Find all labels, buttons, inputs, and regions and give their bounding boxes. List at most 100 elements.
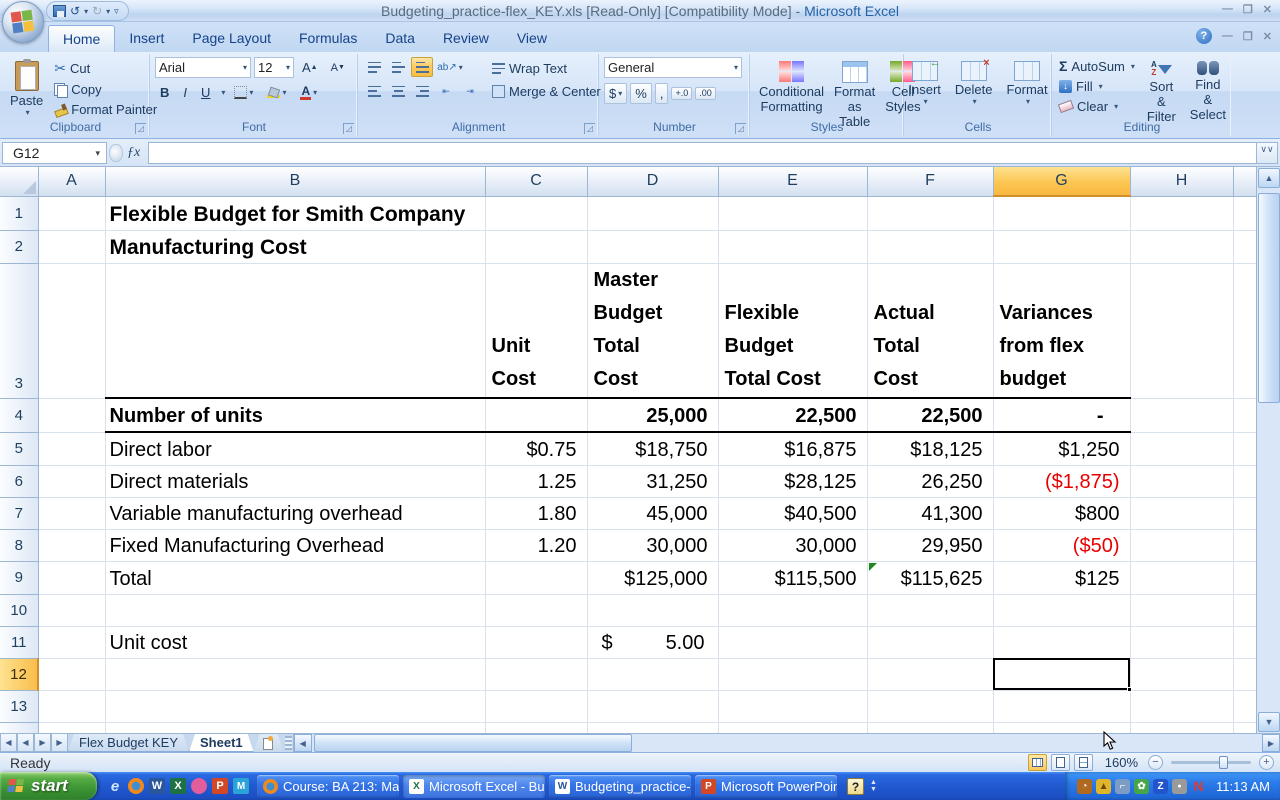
- page-layout-view-button[interactable]: [1051, 754, 1070, 771]
- font-family-select[interactable]: Arial▾: [155, 57, 251, 78]
- cell-C5[interactable]: $0.75: [485, 432, 587, 465]
- window-close-button[interactable]: ✕: [1263, 3, 1272, 16]
- zoom-out-button[interactable]: −: [1148, 755, 1163, 770]
- insert-function-button[interactable]: ƒx: [125, 145, 148, 161]
- last-sheet-button[interactable]: ▶: [51, 734, 68, 752]
- cell-D9[interactable]: $125,000: [587, 561, 718, 594]
- help-icon[interactable]: ?: [1196, 28, 1212, 44]
- tray-shield-icon[interactable]: ▲: [1096, 779, 1111, 794]
- row-header-6[interactable]: 6: [0, 465, 38, 497]
- page-break-view-button[interactable]: [1074, 754, 1093, 771]
- quicklaunch-powerpoint-icon[interactable]: P: [212, 778, 228, 794]
- cell-D6[interactable]: 31,250: [587, 465, 718, 497]
- tab-data[interactable]: Data: [371, 25, 429, 52]
- taskbar-button-firefox-course[interactable]: Course: BA 213: Man...: [257, 775, 399, 798]
- cell-G9[interactable]: $125: [993, 561, 1130, 594]
- alignment-dialog-launcher-icon[interactable]: ◿: [584, 123, 595, 134]
- taskbar-button-powerpoint[interactable]: P Microsoft PowerPoint ...: [695, 775, 837, 798]
- italic-button[interactable]: I: [178, 82, 192, 103]
- start-button[interactable]: start: [0, 772, 97, 800]
- quicklaunch-firefox-icon[interactable]: [128, 778, 144, 794]
- cell-F5[interactable]: $18,125: [867, 432, 993, 465]
- fill-handle[interactable]: [1127, 687, 1132, 692]
- font-dialog-launcher-icon[interactable]: ◿: [343, 123, 354, 134]
- row-header-11[interactable]: 11: [0, 626, 38, 658]
- tab-review[interactable]: Review: [429, 25, 503, 52]
- quicklaunch-key-icon[interactable]: [191, 778, 207, 794]
- sort-filter-button[interactable]: AZ Sort & Filter: [1143, 57, 1180, 128]
- vertical-scrollbar[interactable]: ▲ ▼: [1256, 167, 1280, 733]
- cell-D7[interactable]: 45,000: [587, 497, 718, 529]
- row-header-12-selected[interactable]: 12: [0, 658, 38, 690]
- quicklaunch-ie-icon[interactable]: e: [107, 778, 123, 794]
- increase-decimal-button[interactable]: +.0: [671, 87, 692, 100]
- cell-B11[interactable]: Unit cost: [105, 626, 485, 658]
- scroll-down-button[interactable]: ▼: [1258, 712, 1280, 732]
- cell-D5[interactable]: $18,750: [587, 432, 718, 465]
- format-cells-button[interactable]: Format ▾: [1002, 57, 1051, 110]
- comma-button[interactable]: ,: [655, 83, 669, 104]
- col-header-A[interactable]: A: [38, 167, 105, 196]
- clear-button[interactable]: Clear ▾: [1057, 98, 1137, 115]
- paste-button[interactable]: Paste ▾: [6, 57, 47, 121]
- workbook-close-button[interactable]: ✕: [1263, 30, 1272, 43]
- increase-indent-button[interactable]: ⇥: [459, 81, 481, 101]
- quicklaunch-excel-icon[interactable]: X: [170, 778, 186, 794]
- window-minimize-button[interactable]: —: [1222, 3, 1233, 16]
- align-bottom-button[interactable]: [411, 57, 433, 77]
- wrap-text-button[interactable]: Wrap Text: [489, 60, 614, 77]
- cell-B4[interactable]: Number of units: [105, 398, 485, 432]
- taskbar-button-excel[interactable]: X Microsoft Excel - Bud...: [403, 775, 545, 798]
- prev-sheet-button[interactable]: ◀: [17, 734, 34, 752]
- tab-page-layout[interactable]: Page Layout: [178, 25, 285, 52]
- align-left-button[interactable]: [363, 81, 385, 101]
- fill-button[interactable]: ↓ Fill ▾: [1057, 78, 1137, 95]
- clock[interactable]: 11:13 AM: [1216, 779, 1270, 794]
- row-header-9[interactable]: 9: [0, 561, 38, 594]
- cell-G7[interactable]: $800: [993, 497, 1130, 529]
- normal-view-button[interactable]: [1028, 754, 1047, 771]
- row-header-8[interactable]: 8: [0, 529, 38, 561]
- tray-icon-4[interactable]: ✿: [1134, 779, 1149, 794]
- align-right-button[interactable]: [411, 81, 433, 101]
- taskbar-help-icon[interactable]: ?: [847, 778, 864, 795]
- cell-E9[interactable]: $115,500: [718, 561, 867, 594]
- cell-F9[interactable]: $115,625: [867, 561, 993, 594]
- scroll-right-button[interactable]: ▶: [1262, 734, 1280, 752]
- copy-button[interactable]: Copy: [51, 81, 160, 98]
- cell-C3-header[interactable]: Unit Cost: [485, 263, 587, 398]
- shrink-font-button[interactable]: A▼: [326, 57, 350, 78]
- cell-G4[interactable]: -: [993, 398, 1130, 432]
- tab-insert[interactable]: Insert: [115, 25, 178, 52]
- cell-F7[interactable]: 41,300: [867, 497, 993, 529]
- orientation-button[interactable]: ab↗▾: [435, 57, 465, 77]
- col-header-H[interactable]: H: [1130, 167, 1233, 196]
- number-format-select[interactable]: General▾: [604, 57, 742, 78]
- cell-B7[interactable]: Variable manufacturing overhead: [105, 497, 485, 529]
- format-painter-button[interactable]: Format Painter: [51, 101, 160, 118]
- grow-font-button[interactable]: A▲: [297, 57, 323, 78]
- font-size-select[interactable]: 12▾: [254, 57, 294, 78]
- cell-C6[interactable]: 1.25: [485, 465, 587, 497]
- row-header-7[interactable]: 7: [0, 497, 38, 529]
- scroll-left-button[interactable]: ◀: [294, 734, 312, 752]
- cell-E8[interactable]: 30,000: [718, 529, 867, 561]
- row-header-13[interactable]: 13: [0, 690, 38, 722]
- office-button[interactable]: [2, 1, 44, 43]
- col-header-B[interactable]: B: [105, 167, 485, 196]
- cell-E6[interactable]: $28,125: [718, 465, 867, 497]
- cell-B1-title[interactable]: Flexible Budget for Smith Company: [105, 196, 485, 230]
- scroll-up-button[interactable]: ▲: [1258, 168, 1280, 188]
- row-header-2[interactable]: 2: [0, 230, 38, 263]
- language-bar-arrows-icon[interactable]: ▲▼: [870, 779, 877, 793]
- cell-A1[interactable]: [38, 196, 105, 230]
- font-color-button[interactable]: A▾: [295, 82, 322, 103]
- first-sheet-button[interactable]: ◀: [0, 734, 17, 752]
- tray-icon-1[interactable]: ◔: [1077, 779, 1092, 794]
- align-center-button[interactable]: [387, 81, 409, 101]
- delete-cells-button[interactable]: × Delete ▾: [951, 57, 997, 110]
- tray-icon-6[interactable]: ●: [1172, 779, 1187, 794]
- active-cell-selection-border[interactable]: [993, 658, 1130, 690]
- horizontal-scrollbar[interactable]: ◀ ▶: [293, 734, 1280, 752]
- cell-E4[interactable]: 22,500: [718, 398, 867, 432]
